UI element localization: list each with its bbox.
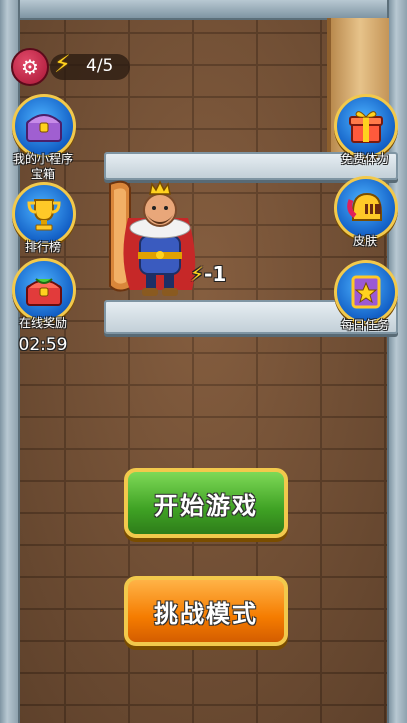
skin-button[interactable]: 皮肤	[334, 176, 398, 249]
online-reward-button[interactable]: 在线奖励 02:59	[12, 258, 76, 355]
lightning-icon: ⚡	[190, 262, 205, 286]
trophy-icon	[12, 182, 76, 246]
energy-cost-value: -1	[204, 262, 227, 286]
challenge-mode-button[interactable]: 挑战模式	[124, 576, 288, 646]
stone-frame-top	[0, 0, 407, 20]
free-energy-button[interactable]: 免费体力	[334, 94, 398, 167]
free-energy-label: 免费体力	[340, 152, 389, 166]
leaderboard-button[interactable]: 排行榜	[12, 182, 76, 255]
chest-label-text: 我的小程序 宝箱	[12, 152, 73, 181]
helmet-icon	[334, 176, 398, 240]
start-game-button[interactable]: 开始游戏	[124, 468, 288, 538]
chest-label: 我的小程序 宝箱	[12, 152, 74, 182]
gift-chest-icon	[12, 258, 76, 322]
daily-task-label: 每日任务	[340, 318, 389, 332]
treasure-chest-icon	[12, 94, 76, 158]
online-reward-label: 在线奖励	[18, 316, 67, 330]
gift-box-icon	[334, 94, 398, 158]
daily-task-button[interactable]: 每日任务	[334, 260, 398, 333]
leaderboard-label: 排行榜	[24, 240, 61, 254]
energy-cost-label: ⚡-1	[190, 262, 226, 286]
lightning-icon: ⚡	[54, 50, 71, 78]
gear-icon: ⚙	[21, 55, 39, 79]
energy-count: 4/5	[86, 56, 114, 76]
star-card-icon	[334, 260, 398, 324]
my-miniprogram-chest-button[interactable]: 我的小程序 宝箱	[12, 94, 76, 182]
online-reward-timer: 02:59	[18, 335, 68, 355]
settings-button[interactable]: ⚙	[11, 48, 49, 86]
skin-label: 皮肤	[352, 234, 377, 248]
